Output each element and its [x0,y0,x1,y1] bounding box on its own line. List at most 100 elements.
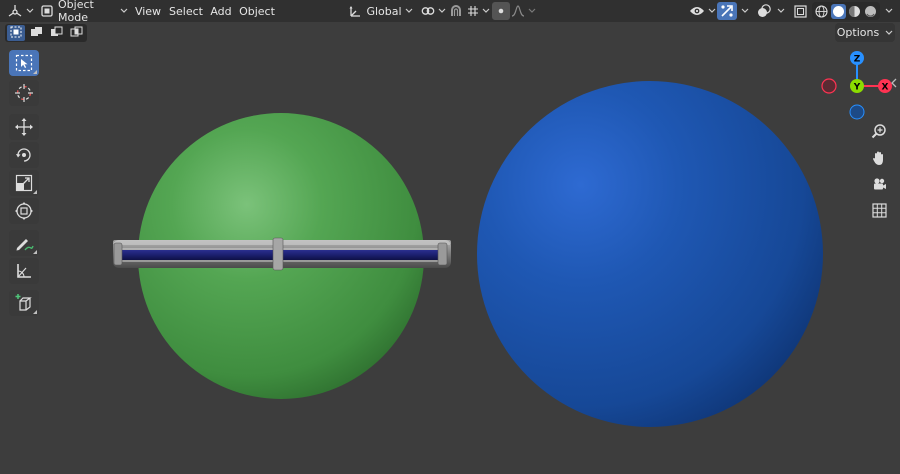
camera-view-button[interactable] [867,172,891,196]
tool-measure[interactable] [9,258,39,284]
pivot-icon [421,5,435,17]
material-preview-icon[interactable] [848,5,861,18]
xray-toggle[interactable] [790,2,810,20]
gizmo-dropdown[interactable] [737,2,749,20]
tool-options-corner [33,310,37,314]
chevron-down-icon [777,8,785,14]
tool-options-corner [33,250,37,254]
object-visibility-button[interactable] [688,2,716,20]
hand-icon [871,150,887,166]
3d-viewport[interactable]: Z X Y [0,22,900,474]
ortho-toggle-button[interactable] [867,198,891,222]
rendered-shading-icon[interactable] [864,5,877,18]
zoom-button[interactable] [867,119,891,143]
wireframe-shading-icon[interactable] [815,4,828,18]
snap-toggle[interactable] [446,2,466,20]
chevron-down-icon [438,8,446,14]
editor-type-button[interactable] [6,2,34,20]
chevron-down-icon [741,8,749,14]
select-mode-set[interactable] [7,25,25,41]
chevron-down-icon [885,8,893,14]
overlays-dropdown[interactable] [773,2,785,20]
menu-view[interactable]: View [133,2,163,20]
transform-orientation-selector[interactable]: Global [348,2,414,20]
select-mode-intersect[interactable] [67,25,85,41]
measure-icon [15,262,33,280]
tool-add-cube[interactable] [9,290,39,316]
xray-icon [793,4,807,18]
gizmo-toggle[interactable] [717,2,737,20]
ring-band[interactable] [113,237,451,271]
rotate-icon [14,145,34,165]
proportional-falloff-button[interactable] [511,2,535,20]
menu-object[interactable]: Object [238,2,276,20]
viewport-header: Object Mode View Select Add Object Globa… [0,0,900,24]
tool-scale[interactable] [9,170,39,196]
select-mode-subtract[interactable] [47,25,65,41]
mode-selector[interactable]: Object Mode [38,0,128,24]
tool-options-corner [33,190,37,194]
solid-shading-icon[interactable] [830,3,846,19]
axis-gizmo[interactable]: Z X Y [818,50,896,120]
chevron-down-icon [708,8,716,14]
tool-transform[interactable] [9,198,39,224]
3d-viewport-icon [7,4,23,18]
falloff-curve-icon [511,5,525,17]
chevron-left-icon [890,78,900,88]
tool-select-box[interactable] [9,50,39,76]
blue-sphere[interactable] [477,81,823,427]
overlays-toggle[interactable] [755,2,773,20]
sidebar-toggle[interactable] [890,78,900,90]
select-mode-extend[interactable] [27,25,45,41]
proportional-editing-toggle[interactable] [492,2,510,20]
add-cube-icon [14,293,34,313]
chevron-down-icon [482,8,490,14]
select-box-icon [15,54,33,72]
camera-icon [871,176,887,192]
snap-target-button[interactable] [466,2,490,20]
tool-cursor[interactable] [9,80,39,106]
tool-move[interactable] [9,114,39,140]
z-axis-label: Z [854,55,861,65]
gizmo-arrow-icon [720,4,734,18]
neg-x-axis [821,78,837,94]
neg-z-axis [849,104,865,120]
pan-button[interactable] [867,146,891,170]
options-label: Options [836,26,880,39]
move-icon [14,117,34,137]
orientation-icon [349,5,362,18]
tool-annotate[interactable] [9,230,39,256]
pivot-point-button[interactable] [420,2,446,20]
proportional-dot-icon [496,6,506,16]
menu-select[interactable]: Select [168,2,204,20]
magnet-icon [449,4,463,18]
orientation-label: Global [366,4,402,18]
mode-label: Object Mode [58,0,94,24]
transform-icon [14,201,34,221]
chevron-down-icon [885,30,893,36]
shading-dropdown[interactable] [880,2,894,20]
options-button[interactable]: Options [835,23,895,42]
zoom-icon [871,123,887,139]
grid-icon [871,202,887,218]
scene-canvas [113,81,823,427]
select-set-icon [10,26,22,41]
select-subtract-icon [50,26,63,41]
menu-add[interactable]: Add [208,2,234,20]
x-axis-label: X [882,83,889,93]
select-intersect-icon [70,26,83,41]
cursor-icon [14,83,34,103]
select-extend-icon [30,26,43,41]
chevron-down-icon [120,8,128,14]
shading-mode-group [812,2,880,20]
selection-mode-group [5,24,87,42]
chevron-down-icon [405,8,413,14]
chevron-down-icon [26,8,34,14]
scale-icon [15,174,33,192]
chevron-down-icon [528,8,536,14]
tool-rotate[interactable] [9,142,39,168]
tool-options-corner [33,70,37,74]
snap-grid-icon [467,5,479,17]
overlays-icon [757,4,771,18]
pencil-icon [14,233,34,253]
